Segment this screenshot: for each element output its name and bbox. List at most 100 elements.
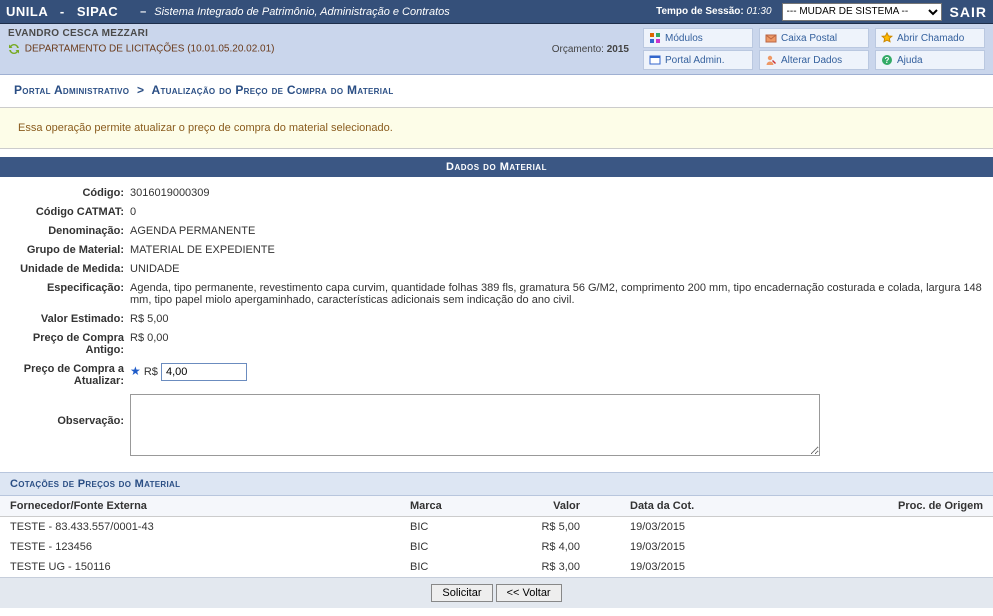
col-proc: Proc. de Origem (760, 496, 993, 517)
required-star-icon: ★ (130, 364, 141, 378)
label-denominacao: Denominação: (10, 224, 130, 237)
value-especificacao: Agenda, tipo permanente, revestimento ca… (130, 281, 983, 306)
label-preco-atualizar: Preço de Compra a Atualizar: (10, 362, 130, 387)
menu-ajuda-label: Ajuda (897, 55, 923, 66)
preco-atualizar-input[interactable] (161, 363, 247, 381)
col-fornecedor: Fornecedor/Fonte Externa (0, 496, 400, 517)
refresh-icon (8, 43, 20, 55)
cell-data: 19/03/2015 (620, 537, 760, 557)
quot-header-row: Fornecedor/Fonte Externa Marca Valor Dat… (0, 496, 993, 517)
value-catmat: 0 (130, 205, 983, 218)
dash: - (60, 4, 65, 19)
menu-alterar-label: Alterar Dados (781, 55, 842, 66)
cell-marca: BIC (400, 537, 520, 557)
col-data: Data da Cot. (620, 496, 760, 517)
session-info: Tempo de Sessão: 01:30 (656, 6, 771, 17)
table-row: TESTE - 123456BICR$ 4,0019/03/2015 (0, 537, 993, 557)
value-unidade: UNIDADE (130, 262, 983, 275)
cell-proc (760, 557, 993, 577)
modules-icon (649, 32, 661, 44)
col-valor: Valor (520, 496, 620, 517)
mailbox-icon (765, 32, 777, 44)
star-icon (881, 32, 893, 44)
button-row: Solicitar << Voltar (0, 577, 993, 608)
field-unidade: Unidade de Medida: UNIDADE (10, 259, 983, 278)
col-marca: Marca (400, 496, 520, 517)
menu-caixa-label: Caixa Postal (781, 33, 837, 44)
menu-modulos-label: Módulos (665, 33, 703, 44)
cell-valor: R$ 3,00 (520, 557, 620, 577)
voltar-button[interactable]: << Voltar (496, 584, 562, 602)
field-especificacao: Especificação: Agenda, tipo permanente, … (10, 278, 983, 309)
portal-icon (649, 54, 661, 66)
field-observacao: Observação: (10, 390, 983, 462)
value-preco-atualizar: ★ R$ (130, 362, 983, 381)
cell-data: 19/03/2015 (620, 517, 760, 538)
breadcrumb-current: Atualização do Preço de Compra do Materi… (152, 83, 394, 97)
menu-portal-label: Portal Admin. (665, 55, 724, 66)
user-name: EVANDRO CESCA MEZZARI (8, 28, 552, 39)
menu-modulos[interactable]: Módulos (643, 28, 753, 48)
subbar: EVANDRO CESCA MEZZARI DEPARTAMENTO DE LI… (0, 24, 993, 75)
svg-text:?: ? (885, 56, 890, 65)
menu-ajuda[interactable]: ? Ajuda (875, 50, 985, 70)
orcamento-year: 2015 (607, 44, 629, 55)
currency-prefix: R$ (144, 366, 158, 378)
topbar: UNILA - SIPAC – Sistema Integrado de Pat… (0, 0, 993, 24)
observacao-textarea[interactable] (130, 394, 820, 456)
orcamento-label: Orçamento: (552, 44, 604, 55)
orcamento: Orçamento: 2015 (552, 44, 629, 55)
department: DEPARTAMENTO DE LICITAÇÕES (10.01.05.20.… (8, 43, 552, 55)
cell-data: 19/03/2015 (620, 557, 760, 577)
menu-alterar-dados[interactable]: Alterar Dados (759, 50, 869, 70)
label-preco-antigo: Preço de Compra Antigo: (10, 331, 130, 356)
label-observacao: Observação: (10, 393, 130, 427)
cell-proc (760, 517, 993, 538)
cell-valor: R$ 4,00 (520, 537, 620, 557)
department-text: DEPARTAMENTO DE LICITAÇÕES (10.01.05.20.… (25, 44, 275, 55)
section-header-material: Dados do Material (0, 157, 993, 177)
field-catmat: Código CATMAT: 0 (10, 202, 983, 221)
user-edit-icon (765, 54, 777, 66)
cell-fornecedor: TESTE UG - 150116 (0, 557, 400, 577)
dash2: – (140, 6, 146, 18)
value-grupo: MATERIAL DE EXPEDIENTE (130, 243, 983, 256)
app-subtitle: Sistema Integrado de Patrimônio, Adminis… (154, 6, 450, 18)
session-label: Tempo de Sessão: (656, 6, 744, 17)
info-box: Essa operação permite atualizar o preço … (0, 107, 993, 149)
solicitar-button[interactable]: Solicitar (431, 584, 492, 602)
breadcrumb-root[interactable]: Portal Administrativo (14, 83, 129, 97)
table-row: TESTE - 83.433.557/0001-43BICR$ 5,0019/0… (0, 517, 993, 538)
cell-fornecedor: TESTE - 83.433.557/0001-43 (0, 517, 400, 538)
value-valor-estimado: R$ 5,00 (130, 312, 983, 325)
breadcrumb-sep: > (137, 83, 144, 97)
value-preco-antigo: R$ 0,00 (130, 331, 983, 344)
quotations-header: Cotações de Preços do Material (0, 472, 993, 496)
help-icon: ? (881, 54, 893, 66)
menu-caixa-postal[interactable]: Caixa Postal (759, 28, 869, 48)
breadcrumb: Portal Administrativo > Atualização do P… (0, 75, 993, 107)
table-row: TESTE UG - 150116BICR$ 3,0019/03/2015 (0, 557, 993, 577)
menu-portal-admin[interactable]: Portal Admin. (643, 50, 753, 70)
cell-marca: BIC (400, 557, 520, 577)
label-unidade: Unidade de Medida: (10, 262, 130, 275)
label-codigo: Código: (10, 186, 130, 199)
field-codigo: Código: 3016019000309 (10, 183, 983, 202)
field-valor-estimado: Valor Estimado: R$ 5,00 (10, 309, 983, 328)
menu-abrir-label: Abrir Chamado (897, 33, 964, 44)
session-time: 01:30 (747, 6, 772, 17)
cell-valor: R$ 5,00 (520, 517, 620, 538)
label-grupo: Grupo de Material: (10, 243, 130, 256)
module-abbrev: SIPAC (77, 4, 118, 19)
quotations-table: Fornecedor/Fonte Externa Marca Valor Dat… (0, 496, 993, 577)
label-especificacao: Especificação: (10, 281, 130, 294)
menu-abrir-chamado[interactable]: Abrir Chamado (875, 28, 985, 48)
value-denominacao: AGENDA PERMANENTE (130, 224, 983, 237)
field-grupo: Grupo de Material: MATERIAL DE EXPEDIENT… (10, 240, 983, 259)
material-fields: Código: 3016019000309 Código CATMAT: 0 D… (0, 177, 993, 472)
system-select[interactable]: --- MUDAR DE SISTEMA -- (782, 3, 942, 21)
menu-grid: Módulos Caixa Postal Abrir Chamado Porta… (643, 28, 985, 70)
cell-marca: BIC (400, 517, 520, 538)
field-denominacao: Denominação: AGENDA PERMANENTE (10, 221, 983, 240)
exit-link[interactable]: SAIR (950, 4, 987, 20)
